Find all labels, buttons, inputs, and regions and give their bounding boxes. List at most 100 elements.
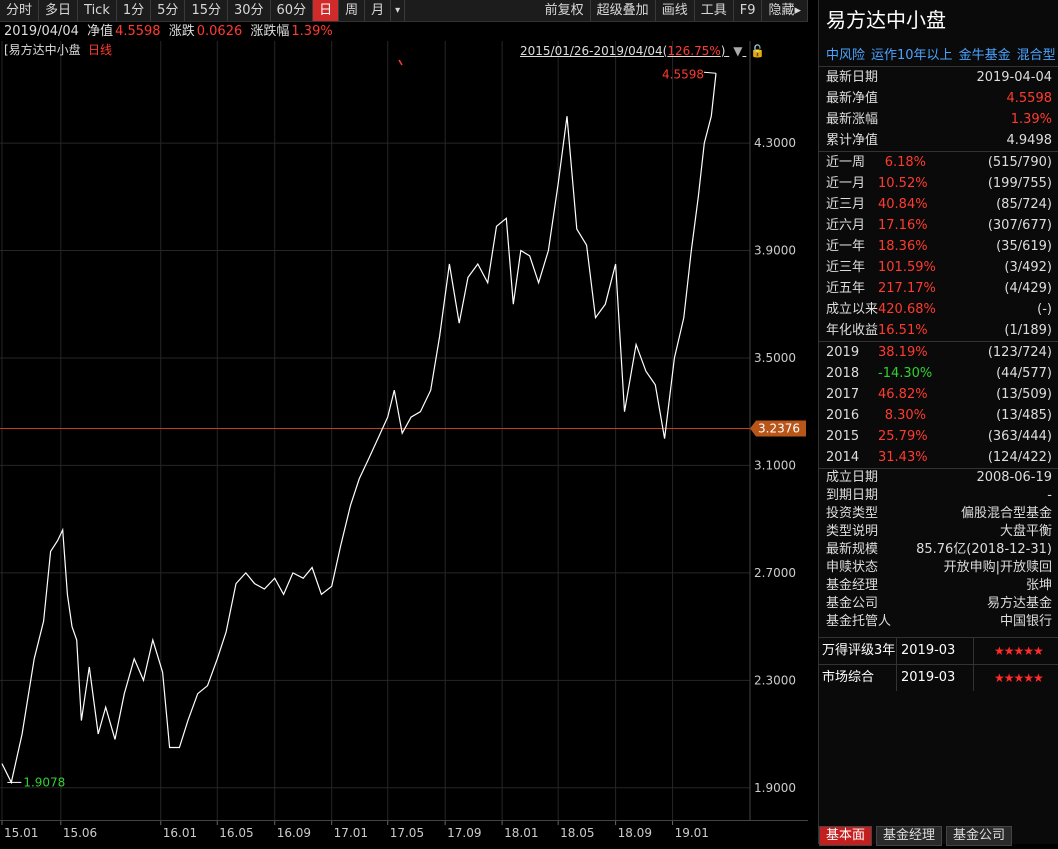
rating-date: 2019-03 <box>897 665 974 691</box>
perf-period: 近一周 <box>826 155 866 170</box>
period-tab-7[interactable]: 60分 <box>271 0 314 21</box>
period-performance: 近一周 6.18% (515/790) 近一月 10.52% (199/755) 近三月 40… <box>819 151 1058 341</box>
tool-button-2[interactable]: 画线 <box>656 0 695 21</box>
perf-rank: (35/619) <box>996 239 1052 254</box>
y-tick-label: 3.1000 <box>754 458 796 472</box>
rating-row: 市场综合 2019-03 ★★★★★ <box>819 664 1058 691</box>
profile-row: 基金公司 易方达基金 <box>819 595 1058 613</box>
rating-stars: ★★★★★ <box>994 644 1044 658</box>
profile-row: 成立日期 2008-06-19 <box>819 469 1058 487</box>
fund-tag[interactable]: 中风险 <box>826 48 865 63</box>
period-tab-5[interactable]: 15分 <box>185 0 228 21</box>
perf-rank: (13/509) <box>996 387 1052 402</box>
perf-rank: (-) <box>1037 302 1052 317</box>
price-chart[interactable]: 4.3000 3.9000 3.5000 3.1000 2.7000 2.3000 1.90… <box>0 41 808 820</box>
perf-row: 2014 31.43% (124/422) <box>819 447 1058 468</box>
period-tab-0[interactable]: 分时 <box>0 0 40 21</box>
perf-period: 近三月 <box>826 197 866 212</box>
summary-key: 最新涨幅 <box>826 112 879 127</box>
profile-value: 2008-06-19 <box>976 470 1052 485</box>
summary-value: 2019-04-04 <box>976 70 1052 85</box>
perf-period: 近六月 <box>826 218 866 233</box>
perf-period: 近一月 <box>826 176 866 191</box>
perf-return: 18.36% <box>878 239 928 254</box>
perf-return: 46.82% <box>878 387 928 402</box>
period-tab-4[interactable]: 5分 <box>151 0 186 21</box>
triangle-down-icon[interactable]: ▼ <box>733 44 742 58</box>
y-tick-label: 2.3000 <box>754 673 796 687</box>
perf-return: 217.17% <box>878 281 936 296</box>
period-tab-3[interactable]: 1分 <box>117 0 152 21</box>
yearly-performance: 2019 38.19% (123/724) 2018 -14.30% (44/577) 20… <box>819 341 1058 468</box>
rating-name: 万得评级3年 <box>819 638 897 664</box>
perf-period: 近五年 <box>826 281 866 296</box>
rating-name: 市场综合 <box>819 665 897 691</box>
perf-row: 年化收益 16.51% (1/189) <box>819 320 1058 341</box>
period-tab-6[interactable]: 30分 <box>228 0 271 21</box>
rating-date: 2019-03 <box>897 638 974 664</box>
profile-row: 基金托管人 中国银行 <box>819 613 1058 631</box>
perf-rank: (3/492) <box>1004 260 1052 275</box>
fund-tag[interactable]: 运作10年以上 <box>871 48 953 63</box>
nav-value: 4.5598 <box>115 24 161 39</box>
profile-value: 85.76亿(2018-12-31) <box>916 542 1052 557</box>
high-value-label: 4.5598 <box>662 67 704 81</box>
x-tick-label: 19.01 <box>675 826 709 840</box>
range-pct: 126.75% <box>667 44 721 58</box>
chart-range[interactable]: 2015/01/26-2019/04/04(126.75%) ▼ 🔓 <box>520 44 765 58</box>
perf-period: 2019 <box>826 345 860 360</box>
profile-key: 基金公司 <box>826 596 879 611</box>
period-tab-9[interactable]: 周 <box>339 0 366 21</box>
fund-tag[interactable]: 金牛基金 <box>959 48 1011 63</box>
perf-rank: (363/444) <box>987 429 1052 444</box>
tool-button-4[interactable]: F9 <box>734 0 763 21</box>
perf-rank: (44/577) <box>996 366 1052 381</box>
x-tick-label: 18.01 <box>504 826 538 840</box>
chart-canvas[interactable]: 4.3000 3.9000 3.5000 3.1000 2.7000 2.3000 1.90… <box>0 41 808 820</box>
perf-return: 38.19% <box>878 345 928 360</box>
profile-value: 偏股混合型基金 <box>960 506 1052 521</box>
perf-row: 2016 8.30% (13/485) <box>819 405 1058 426</box>
nav-label: 净值 <box>87 24 114 39</box>
perf-rank: (13/485) <box>996 408 1052 423</box>
profile-value: 张坤 <box>1025 578 1052 593</box>
x-tick-label: 17.05 <box>390 826 424 840</box>
chg-label: 涨跌 <box>168 24 195 39</box>
tool-button-1[interactable]: 超级叠加 <box>591 0 656 21</box>
lock-icon[interactable]: 🔓 <box>750 44 765 58</box>
panel-tab-1[interactable]: 基金经理 <box>876 826 943 846</box>
profile-key: 成立日期 <box>826 470 879 485</box>
profile-key: 到期日期 <box>826 488 879 503</box>
tool-button-3[interactable]: 工具 <box>695 0 734 21</box>
period-tab-2[interactable]: Tick <box>78 0 117 21</box>
tool-button-0[interactable]: 前复权 <box>539 0 591 21</box>
perf-return: 10.52% <box>878 176 928 191</box>
perf-rank: (4/429) <box>1004 281 1052 296</box>
perf-row: 2018 -14.30% (44/577) <box>819 363 1058 384</box>
tool-button-5[interactable]: 隐藏▸ <box>762 0 808 21</box>
profile-key: 基金托管人 <box>826 614 892 629</box>
panel-tab-0[interactable]: 基本面 <box>819 826 873 846</box>
perf-row: 2019 38.19% (123/724) <box>819 342 1058 363</box>
period-tab-1[interactable]: 多日 <box>39 0 79 21</box>
chg-value: 0.0626 <box>196 24 243 39</box>
chart-toolbar: 分时 多日 Tick 1分 5分 15分 30分 60分日周月 ▾ 前复权 超级叠加 画线 工具 F9 隐… <box>0 0 808 22</box>
fund-tags: 中风险 运作10年以上 金牛基金 混合型 <box>819 44 1058 66</box>
period-tab-10[interactable]: 月 <box>365 0 392 21</box>
perf-row: 近六月 17.16% (307/677) <box>819 215 1058 236</box>
fund-tag[interactable]: 混合型 <box>1017 48 1056 63</box>
profile-key: 申赎状态 <box>826 560 879 575</box>
period-tab-11[interactable]: ▾ <box>391 0 406 21</box>
perf-row: 2017 46.82% (13/509) <box>819 384 1058 405</box>
perf-return: 6.18% <box>884 155 926 170</box>
summary-row: 累计净值 4.9498 <box>819 130 1058 151</box>
profile-value: 易方达基金 <box>986 596 1052 611</box>
x-tick-label: 16.01 <box>163 826 197 840</box>
x-axis: 15.01 15.06 16.01 16.05 16.09 17.01 17.05 17.09… <box>0 820 808 845</box>
perf-row: 近一年 18.36% (35/619) <box>819 236 1058 257</box>
period-tab-8[interactable]: 日 <box>313 0 340 21</box>
profile-key: 投资类型 <box>826 506 879 521</box>
perf-rank: (307/677) <box>987 218 1052 233</box>
panel-tab-2[interactable]: 基金公司 <box>946 826 1013 846</box>
perf-return: 101.59% <box>878 260 936 275</box>
